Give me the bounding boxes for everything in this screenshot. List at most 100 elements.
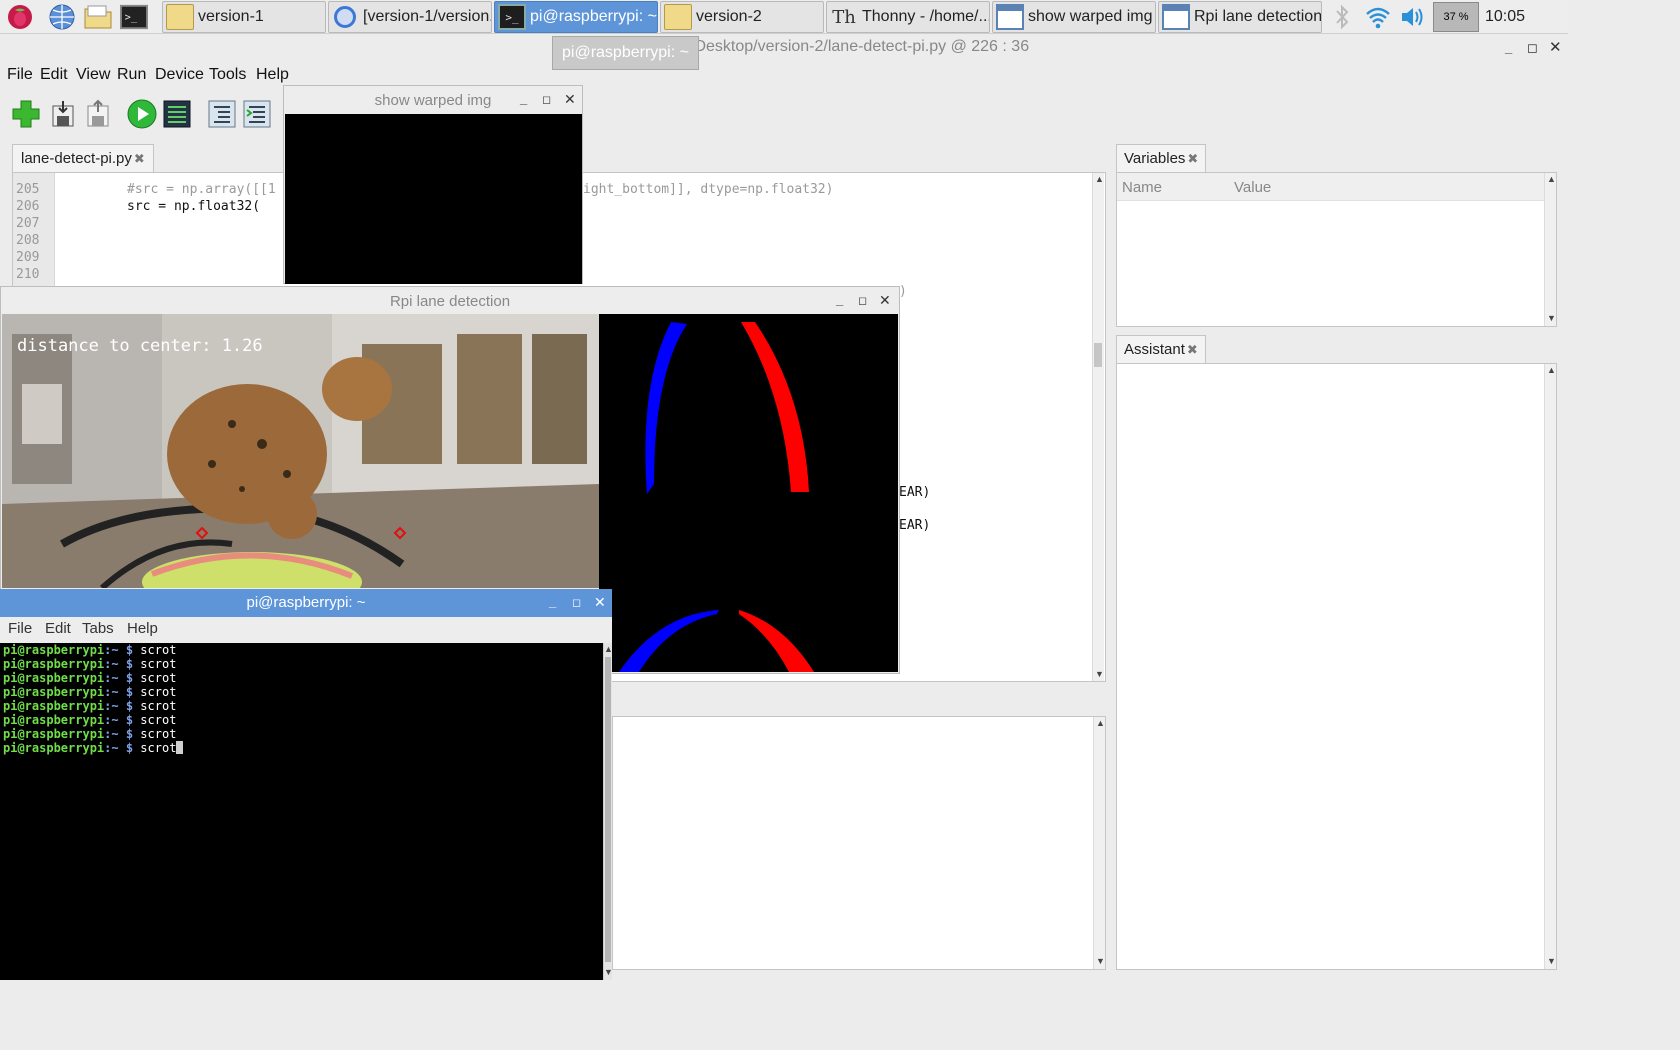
menu-help[interactable]: Help <box>256 66 289 84</box>
scroll-up-icon[interactable]: ▲ <box>1547 365 1556 375</box>
terminal-menu-help[interactable]: Help <box>127 620 158 637</box>
minimize-icon[interactable]: _ <box>549 594 556 609</box>
scroll-down-icon[interactable]: ▼ <box>1547 956 1556 966</box>
tab-assistant[interactable]: Assistant ✖ <box>1116 335 1206 363</box>
close-tab-icon[interactable]: ✖ <box>1187 342 1198 357</box>
maximize-icon[interactable]: ◻ <box>542 93 551 106</box>
menu-run[interactable]: Run <box>117 66 146 84</box>
close-tab-icon[interactable]: ✖ <box>134 151 145 166</box>
task-rpi-lane-detection[interactable]: Rpi lane detection <box>1158 1 1322 33</box>
open-file-icon[interactable] <box>47 98 79 130</box>
new-file-icon[interactable] <box>10 98 42 130</box>
lane-mask-view <box>599 314 898 672</box>
close-icon[interactable]: ✕ <box>564 91 576 108</box>
line-number: 209 <box>16 250 40 265</box>
code-line: EAR) <box>899 518 931 533</box>
distance-to-center-label: distance to center: 1.26 <box>17 336 263 356</box>
wifi-icon[interactable] <box>1365 4 1391 34</box>
menu-device[interactable]: Device <box>155 66 204 84</box>
file-manager-icon[interactable] <box>84 3 112 31</box>
terminal-scrollbar[interactable]: ▲ ▼ <box>603 643 613 980</box>
terminal-output[interactable]: pi@raspberrypi:~ $ scrot pi@raspberrypi:… <box>0 643 603 980</box>
scroll-down-icon[interactable]: ▼ <box>1547 313 1556 323</box>
clock[interactable]: 10:05 <box>1485 8 1525 26</box>
shell-scrollbar[interactable]: ▲ ▼ <box>1093 717 1105 969</box>
run-icon[interactable] <box>126 98 158 130</box>
scroll-down-icon[interactable]: ▼ <box>1096 956 1105 966</box>
scroll-up-icon[interactable]: ▲ <box>1095 174 1104 184</box>
taskbar-tooltip: pi@raspberrypi: ~ <box>552 36 699 70</box>
thonny-minimize-button[interactable]: _ <box>1505 40 1512 55</box>
thonny-icon: Th <box>832 6 856 28</box>
web-browser-icon[interactable] <box>48 3 76 31</box>
column-value[interactable]: Value <box>1234 179 1271 196</box>
thonny-close-button[interactable]: ✕ <box>1549 38 1562 56</box>
terminal-line: pi@raspberrypi:~ $ scrot <box>3 671 177 685</box>
menu-edit[interactable]: Edit <box>40 66 68 84</box>
close-icon[interactable]: ✕ <box>879 292 891 309</box>
terminal-menu-edit[interactable]: Edit <box>45 620 71 637</box>
task-thonny[interactable]: Th Thonny - /home/... <box>826 1 990 33</box>
step-over-icon[interactable] <box>206 98 238 130</box>
tab-variables[interactable]: Variables ✖ <box>1116 144 1207 172</box>
editor-tab[interactable]: lane-detect-pi.py ✖ <box>12 144 154 172</box>
editor-scrollbar[interactable]: ▲ ▼ <box>1092 173 1104 681</box>
terminal-menu-tabs[interactable]: Tabs <box>82 620 114 637</box>
shell-panel[interactable]: ▲ ▼ <box>612 716 1106 970</box>
scroll-up-icon[interactable]: ▲ <box>1547 174 1556 184</box>
maximize-icon[interactable]: ◻ <box>858 294 867 307</box>
terminal-menu-file[interactable]: File <box>8 620 32 637</box>
menu-view[interactable]: View <box>76 66 110 84</box>
column-name[interactable]: Name <box>1122 179 1162 196</box>
thonny-maximize-button[interactable]: ◻ <box>1527 40 1538 56</box>
scroll-up-icon[interactable]: ▲ <box>1096 718 1105 728</box>
task-terminal[interactable]: >_ pi@raspberrypi: ~ <box>494 1 658 33</box>
task-chromium[interactable]: [version-1/version... <box>328 1 492 33</box>
terminal-line: pi@raspberrypi:~ $ scrot <box>3 685 177 699</box>
volume-icon[interactable] <box>1399 4 1425 34</box>
close-tab-icon[interactable]: ✖ <box>1187 151 1198 166</box>
terminal-launcher-icon[interactable]: >_ <box>120 3 148 31</box>
scroll-up-icon[interactable]: ▲ <box>604 644 613 654</box>
bluetooth-icon[interactable] <box>1333 4 1351 34</box>
scroll-down-icon[interactable]: ▼ <box>1095 669 1104 679</box>
maximize-icon[interactable]: ◻ <box>572 596 581 609</box>
task-version-2[interactable]: version-2 <box>660 1 824 33</box>
line-number: 210 <box>16 267 40 282</box>
cpu-monitor[interactable]: 37 % <box>1433 2 1479 32</box>
svg-text:>_: >_ <box>125 12 138 24</box>
raspberry-menu-icon[interactable] <box>6 3 34 31</box>
window-title: show warped img <box>374 92 492 109</box>
line-number: 206 <box>16 199 40 214</box>
terminal-line: pi@raspberrypi:~ $ scrot <box>3 643 177 657</box>
variables-header: Name Value <box>1117 173 1556 201</box>
close-icon[interactable]: ✕ <box>594 594 606 611</box>
variables-scrollbar[interactable]: ▲ ▼ <box>1544 173 1556 326</box>
menu-file[interactable]: File <box>7 66 33 84</box>
assistant-scrollbar[interactable]: ▲ ▼ <box>1544 364 1556 969</box>
code-line: #src = np.array([[1 <box>127 182 276 197</box>
camera-frame-view: distance to center: 1.26 <box>2 314 599 588</box>
window-title: pi@raspberrypi: ~ <box>246 594 366 611</box>
line-number: 207 <box>16 216 40 231</box>
terminal-titlebar[interactable]: pi@raspberrypi: ~ _ ◻ ✕ <box>0 589 612 617</box>
editor-scroll-thumb[interactable] <box>1094 343 1102 367</box>
menu-tools[interactable]: Tools <box>209 66 246 84</box>
assistant-panel: ▲ ▼ <box>1116 363 1557 970</box>
line-number: 205 <box>16 182 40 197</box>
terminal-menubar: File Edit Tabs Help <box>0 617 612 643</box>
task-show-warped-img[interactable]: show warped img <box>992 1 1156 33</box>
warped-image-window: show warped img _ ◻ ✕ <box>283 85 583 284</box>
thonny-window-title: /Desktop/version-2/lane-detect-pi.py @ 2… <box>690 38 1030 55</box>
taskbar: >_ version-1 [version-1/version... >_ pi… <box>0 0 1568 34</box>
scroll-down-icon[interactable]: ▼ <box>604 967 613 977</box>
step-into-icon[interactable] <box>241 98 273 130</box>
task-version-1[interactable]: version-1 <box>162 1 326 33</box>
save-file-icon[interactable] <box>82 98 114 130</box>
variables-panel: Name Value ▲ ▼ <box>1116 172 1557 327</box>
terminal-scroll-thumb[interactable] <box>605 657 611 962</box>
terminal-icon: >_ <box>498 4 526 30</box>
minimize-icon[interactable]: _ <box>836 292 843 307</box>
debug-icon[interactable] <box>161 98 193 130</box>
minimize-icon[interactable]: _ <box>520 91 527 106</box>
